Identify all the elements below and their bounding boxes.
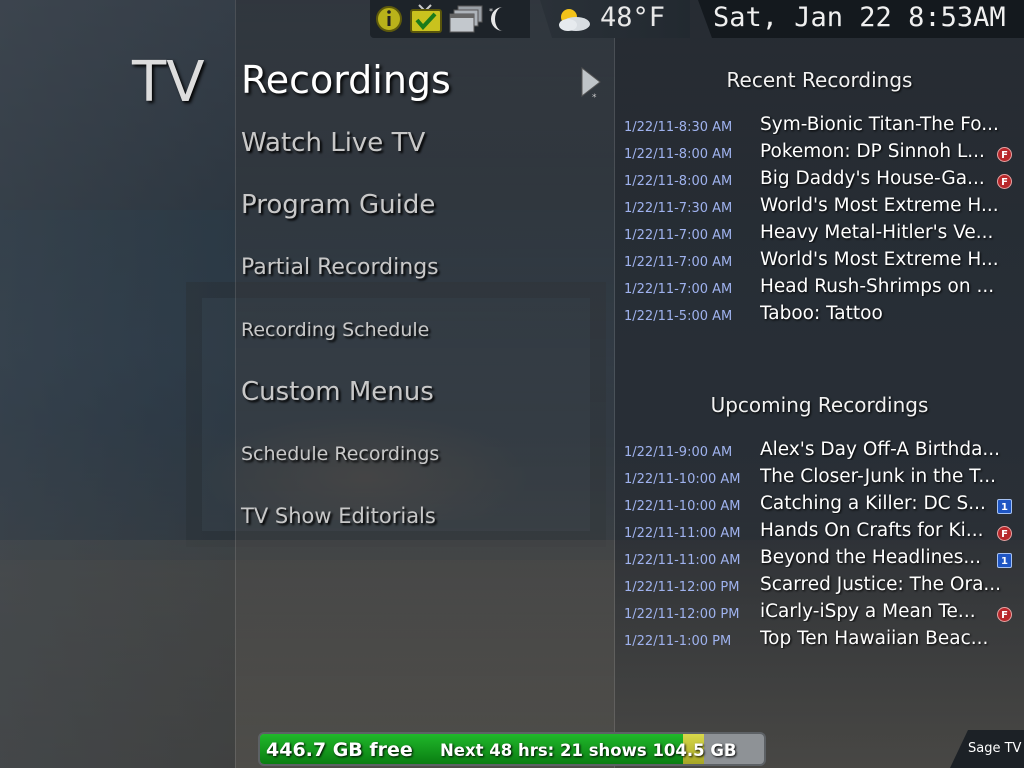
recording-time: 1/22/11-12:00 PM [624, 607, 740, 622]
recent-recordings-title: Recent Recordings [726, 68, 913, 92]
tv-check-icon[interactable] [409, 4, 443, 34]
recording-title: Hands On Crafts for Ki... [760, 520, 984, 541]
upcoming-recording-row[interactable]: 1/22/11-10:00 AM The Closer-Junk in the T… [624, 466, 1016, 492]
recording-time: 1/22/11-11:00 AM [624, 553, 741, 568]
recording-time: 1/22/11-7:00 AM [624, 282, 733, 297]
windows-icon[interactable] [448, 4, 484, 34]
recording-title: Heavy Metal-Hitler's Ve... [760, 222, 994, 243]
menu-item-schedule-recordings[interactable]: Schedule Recordings [241, 443, 439, 465]
svg-text:*: * [592, 93, 597, 102]
manual-record-badge-icon: 1 [997, 553, 1012, 568]
recording-time: 1/22/11-9:00 AM [624, 445, 733, 460]
sagetv-logo-text: Sage TV [968, 741, 1022, 756]
storage-next-text: Next 48 hrs: 21 shows 104.5 GB [440, 741, 737, 760]
recording-title: Beyond the Headlines... [760, 547, 981, 568]
storage-bar: 446.7 GB free Next 48 hrs: 21 shows 104.… [258, 732, 766, 766]
svg-text:*: * [489, 7, 493, 16]
menu-item-tv-show-editorials[interactable]: TV Show Editorials [241, 504, 436, 528]
recording-time: 1/22/11-8:00 AM [624, 174, 733, 189]
recording-title: Scarred Justice: The Ora... [760, 574, 1002, 595]
temperature: 48°F [600, 2, 666, 33]
info-icon[interactable] [374, 4, 404, 34]
recording-time: 1/22/11-12:00 PM [624, 580, 740, 595]
menu-item-custom-menus[interactable]: Custom Menus [241, 377, 434, 407]
chevron-right-icon[interactable]: * [580, 66, 604, 102]
storage-free-text: 446.7 GB free [266, 739, 413, 761]
favorite-badge-icon: F [997, 526, 1012, 541]
favorite-badge-icon: F [997, 147, 1012, 162]
sagetv-logo: Sage TV [968, 741, 1021, 756]
upcoming-recording-row[interactable]: 1/22/11-1:00 PM Top Ten Hawaiian Beac... [624, 628, 1016, 654]
recent-recording-row[interactable]: 1/22/11-7:00 AM Heavy Metal-Hitler's Ve..… [624, 222, 1016, 248]
recording-title: Big Daddy's House-Ga... [760, 168, 985, 189]
recording-title: Head Rush-Shrimps on ... [760, 276, 995, 297]
recording-time: 1/22/11-7:00 AM [624, 255, 733, 270]
menu-item-partial-recordings[interactable]: Partial Recordings [241, 255, 439, 280]
recording-title: Top Ten Hawaiian Beac... [760, 628, 989, 649]
recording-time: 1/22/11-8:00 AM [624, 147, 733, 162]
recording-time: 1/22/11-10:00 AM [624, 472, 741, 487]
recording-title: Sym-Bionic Titan-The Fo... [760, 114, 999, 135]
recording-title: World's Most Extreme H... [760, 195, 999, 216]
recent-recording-row[interactable]: 1/22/11-8:30 AM Sym-Bionic Titan-The Fo..… [624, 114, 1016, 140]
upcoming-recordings-title: Upcoming Recordings [710, 393, 929, 417]
recording-title: Taboo: Tattoo [760, 303, 883, 324]
clock: Sat, Jan 22 8:53AM [713, 2, 1006, 33]
recording-title: Pokemon: DP Sinnoh L... [760, 141, 985, 162]
recent-recording-row[interactable]: 1/22/11-8:00 AM Pokemon: DP Sinnoh L... F [624, 141, 1016, 167]
upcoming-recording-row[interactable]: 1/22/11-11:00 AM Beyond the Headlines... 1 [624, 547, 1016, 573]
page-title[interactable]: Recordings [241, 58, 451, 102]
recording-time: 1/22/11-1:00 PM [624, 634, 732, 649]
left-panel [0, 0, 235, 768]
recording-title: Alex's Day Off-A Birthda... [760, 439, 1001, 460]
recording-time: 1/22/11-11:00 AM [624, 526, 741, 541]
recording-title: The Closer-Junk in the T... [760, 466, 997, 487]
moon-sleep-icon[interactable]: * [487, 4, 513, 34]
recording-time: 1/22/11-5:00 AM [624, 309, 733, 324]
upcoming-recording-row[interactable]: 1/22/11-11:00 AM Hands On Crafts for Ki..… [624, 520, 1016, 546]
menu-item-program-guide[interactable]: Program Guide [241, 190, 435, 220]
recent-recording-row[interactable]: 1/22/11-7:00 AM World's Most Extreme H... [624, 249, 1016, 275]
upcoming-recording-row[interactable]: 1/22/11-10:00 AM Catching a Killer: DC S.… [624, 493, 1016, 519]
upcoming-recording-row[interactable]: 1/22/11-12:00 PM iCarly-iSpy a Mean Te...… [624, 601, 1016, 627]
recording-title: Catching a Killer: DC S... [760, 493, 986, 514]
recording-title: World's Most Extreme H... [760, 249, 999, 270]
menu-item-recording-schedule[interactable]: Recording Schedule [241, 319, 429, 341]
recent-recording-row[interactable]: 1/22/11-7:30 AM World's Most Extreme H... [624, 195, 1016, 221]
favorite-badge-icon: F [997, 607, 1012, 622]
recording-time: 1/22/11-7:30 AM [624, 201, 733, 216]
recent-recording-row[interactable]: 1/22/11-8:00 AM Big Daddy's House-Ga... F [624, 168, 1016, 194]
recording-time: 1/22/11-7:00 AM [624, 228, 733, 243]
weather-partly-cloudy-icon [559, 9, 590, 31]
manual-record-badge-icon: 1 [997, 499, 1012, 514]
upcoming-recording-row[interactable]: 1/22/11-9:00 AM Alex's Day Off-A Birthda.… [624, 439, 1016, 465]
recent-recording-row[interactable]: 1/22/11-5:00 AM Taboo: Tattoo [624, 303, 1016, 329]
recording-time: 1/22/11-10:00 AM [624, 499, 741, 514]
recording-time: 1/22/11-8:30 AM [624, 120, 733, 135]
recent-recording-row[interactable]: 1/22/11-7:00 AM Head Rush-Shrimps on ... [624, 276, 1016, 302]
favorite-badge-icon: F [997, 174, 1012, 189]
section-title: TV [132, 50, 205, 115]
upcoming-recording-row[interactable]: 1/22/11-12:00 PM Scarred Justice: The Ora… [624, 574, 1016, 600]
recording-title: iCarly-iSpy a Mean Te... [760, 601, 976, 622]
menu-item-watch-live-tv[interactable]: Watch Live TV [241, 128, 425, 158]
